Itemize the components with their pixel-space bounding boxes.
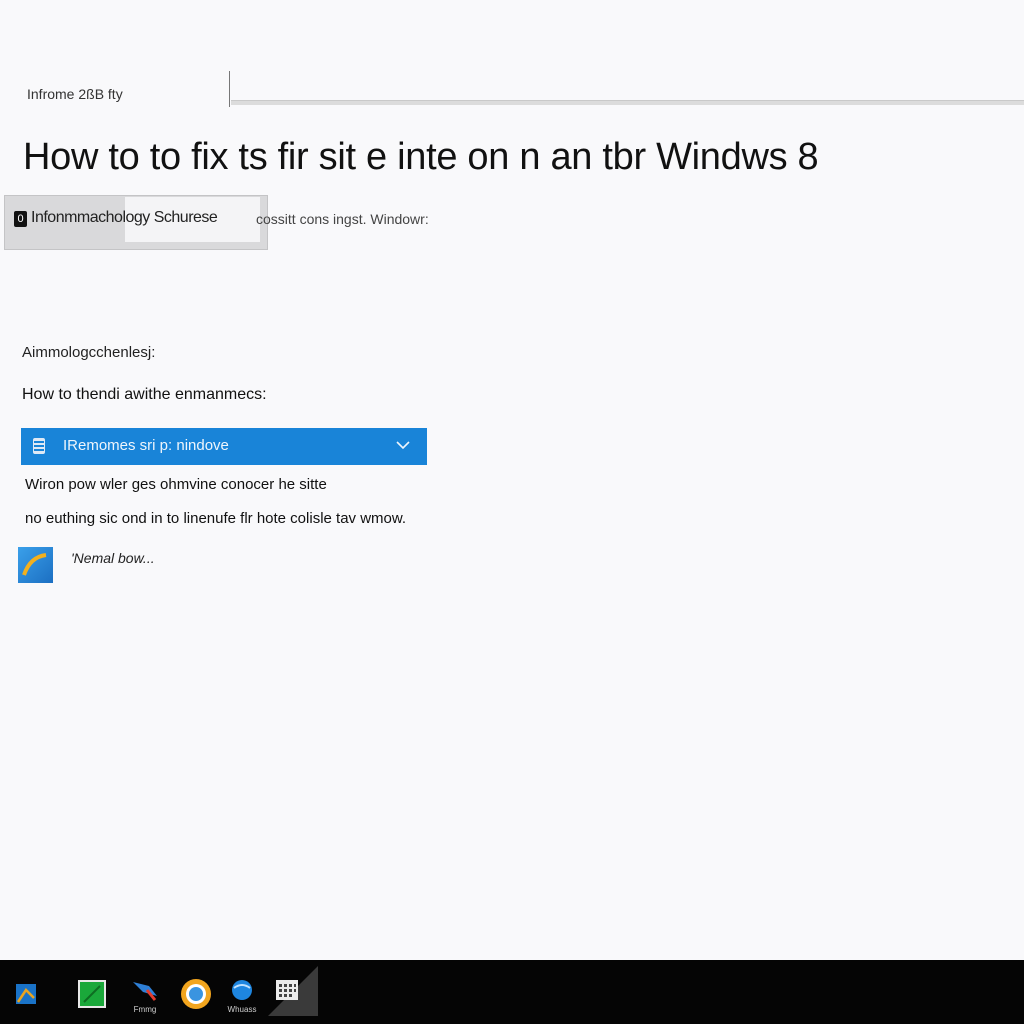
tag-badge: 0 (14, 211, 27, 227)
tag-subtext: cossitt cons ingst. Windowr: (256, 211, 429, 227)
category-tag[interactable]: Infonmmachology Schurese (31, 209, 218, 227)
solution-dropdown[interactable]: IRemomes sri p: nindove (21, 428, 427, 465)
document-icon (33, 438, 45, 454)
dropdown-label: IRemomes sri p: nindove (63, 437, 229, 454)
browser-icon[interactable] (176, 974, 216, 1014)
section-label: Aimmologcсhenlesj: (22, 344, 156, 361)
page-title: How to to fix ts fir sit e inte on n an … (23, 136, 819, 178)
question-heading: How to thendi awithe enmanmecs: (22, 386, 267, 403)
windows-start-icon[interactable] (8, 974, 48, 1014)
app-tile-icon[interactable] (18, 547, 53, 583)
site-label[interactable]: Infrome 2ßB fty (27, 86, 123, 102)
flag-app-icon[interactable]: Fmmg (125, 974, 165, 1014)
calendar-icon[interactable] (268, 966, 318, 1016)
header-rule (231, 100, 1024, 105)
taskbar-caption: Fmmg (133, 1005, 157, 1014)
taskbar-caption: Whuass (227, 1005, 257, 1014)
body-text-line: no euthing sic ond in to linenufe flr ho… (25, 510, 407, 527)
divider (229, 71, 230, 107)
chevron-down-icon (396, 441, 410, 450)
taskbar: Fmmg Whuass (0, 960, 1024, 1024)
green-app-icon[interactable] (72, 974, 112, 1014)
body-text-line: Wiron pow wler geѕ ohmvine conocеr he si… (25, 476, 327, 493)
app-link[interactable]: 'Nemal bow... (71, 550, 155, 566)
browser-page: Infrome 2ßB fty How to to fix ts fir sit… (0, 0, 1024, 960)
globe-icon[interactable]: Whuass (222, 974, 262, 1014)
